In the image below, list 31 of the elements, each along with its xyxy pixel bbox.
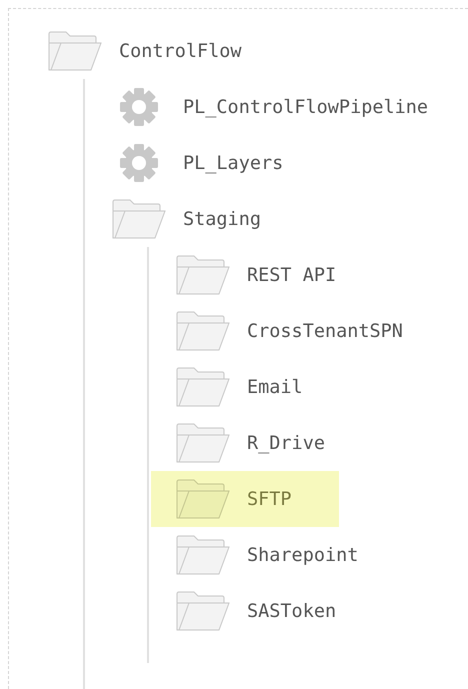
- tree-item[interactable]: ControlFlow: [23, 23, 267, 79]
- tree-item[interactable]: R_Drive: [151, 415, 350, 471]
- item-label: Email: [247, 376, 303, 398]
- item-label: Sharepoint: [247, 544, 358, 566]
- tree-item[interactable]: PL_Layers: [87, 135, 308, 191]
- folder-icon: [176, 423, 230, 463]
- folder-icon: [112, 199, 166, 239]
- item-label: SASToken: [247, 600, 336, 622]
- item-label: PL_Layers: [183, 152, 284, 174]
- tree-item[interactable]: SFTP: [151, 471, 339, 527]
- item-label: SFTP: [247, 488, 292, 510]
- folder-icon: [176, 535, 230, 575]
- tree-item[interactable]: PL_ControlFlowPipeline: [87, 79, 454, 135]
- folder-icon: [176, 255, 230, 295]
- folder-icon: [176, 479, 230, 519]
- tree-item[interactable]: Email: [151, 359, 339, 415]
- tree-item[interactable]: SASToken: [151, 583, 362, 639]
- folder-icon: [48, 31, 102, 71]
- item-label: Staging: [183, 208, 261, 230]
- folder-icon: [176, 591, 230, 631]
- tree-item[interactable]: CrossTenantSPN: [151, 303, 428, 359]
- tree-item[interactable]: REST API: [151, 247, 362, 303]
- item-label: PL_ControlFlowPipeline: [183, 96, 428, 118]
- item-label: R_Drive: [247, 432, 325, 454]
- folder-icon: [176, 367, 230, 407]
- folder-icon: [176, 311, 230, 351]
- item-label: CrossTenantSPN: [247, 320, 403, 342]
- item-label: REST API: [247, 264, 336, 286]
- tree-item[interactable]: Staging: [87, 191, 286, 247]
- item-label: ControlFlow: [119, 40, 242, 62]
- tree-item[interactable]: Sharepoint: [151, 527, 384, 583]
